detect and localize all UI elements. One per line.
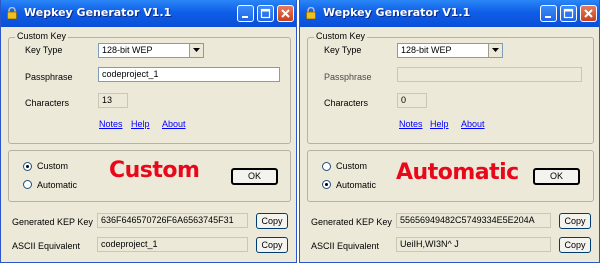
title-bar[interactable]: Wepkey Generator V1.1 — [300, 0, 599, 27]
passphrase-input[interactable]: codeproject_1 — [98, 67, 280, 82]
key-type-value: 128-bit WEP — [102, 45, 153, 55]
ok-button[interactable]: OK — [533, 168, 580, 185]
ascii-label: ASCII Equivalent — [12, 241, 81, 251]
maximize-icon — [563, 8, 574, 19]
close-icon — [584, 9, 593, 18]
mode-caption: Custom — [109, 158, 200, 183]
copy-generated-button[interactable]: Copy — [559, 213, 591, 229]
maximize-button[interactable] — [560, 5, 577, 22]
group-label: Custom Key — [15, 31, 69, 41]
generated-key-field: 636F646570726F6A6563745F31 — [97, 213, 248, 228]
ascii-field: UeiIH,WI3N^ J — [396, 237, 551, 252]
dropdown-button[interactable] — [189, 44, 203, 57]
automatic-radio[interactable] — [322, 180, 331, 189]
close-icon — [281, 9, 290, 18]
maximize-button[interactable] — [257, 5, 274, 22]
minimize-icon — [242, 16, 248, 18]
characters-label: Characters — [324, 98, 369, 108]
key-type-value: 128-bit WEP — [401, 45, 452, 55]
about-link[interactable]: About — [162, 119, 186, 129]
generated-key-label: Generated KEP Key — [12, 217, 93, 227]
key-type-label: Key Type — [324, 45, 362, 55]
notes-link[interactable]: Notes — [399, 119, 423, 129]
custom-radio-label[interactable]: Custom — [336, 161, 367, 171]
minimize-icon — [545, 16, 551, 18]
passphrase-input — [397, 67, 582, 82]
notes-link[interactable]: Notes — [99, 119, 123, 129]
custom-radio-label[interactable]: Custom — [37, 161, 68, 171]
lock-icon — [7, 7, 17, 19]
key-type-select[interactable]: 128-bit WEP — [397, 43, 503, 58]
ascii-label: ASCII Equivalent — [311, 241, 380, 251]
characters-count: 13 — [98, 93, 128, 108]
maximize-icon — [260, 8, 271, 19]
characters-label: Characters — [25, 98, 70, 108]
group-label: Custom Key — [314, 31, 368, 41]
window-custom: Wepkey Generator V1.1 Custom Key Key Typ… — [0, 0, 297, 263]
minimize-button[interactable] — [237, 5, 254, 22]
about-link[interactable]: About — [461, 119, 485, 129]
generated-key-label: Generated KEP Key — [311, 217, 392, 227]
window-title: Wepkey Generator V1.1 — [323, 6, 471, 19]
automatic-radio[interactable] — [23, 180, 32, 189]
automatic-radio-label[interactable]: Automatic — [37, 180, 77, 190]
lock-icon — [306, 7, 316, 19]
minimize-button[interactable] — [540, 5, 557, 22]
copy-ascii-button[interactable]: Copy — [256, 237, 288, 253]
characters-count: 0 — [397, 93, 427, 108]
mode-caption: Automatic — [396, 160, 519, 185]
close-button[interactable] — [580, 5, 597, 22]
custom-radio[interactable] — [322, 162, 331, 171]
ascii-field: codeproject_1 — [97, 237, 248, 252]
copy-ascii-button[interactable]: Copy — [559, 237, 591, 253]
passphrase-label: Passphrase — [324, 72, 372, 82]
generated-key-field: 55656949482C5749334E5E204A — [396, 213, 551, 228]
help-link[interactable]: Help — [430, 119, 449, 129]
passphrase-label: Passphrase — [25, 72, 73, 82]
close-button[interactable] — [277, 5, 294, 22]
custom-radio[interactable] — [23, 162, 32, 171]
copy-generated-button[interactable]: Copy — [256, 213, 288, 229]
ok-button[interactable]: OK — [231, 168, 278, 185]
key-type-label: Key Type — [25, 45, 63, 55]
chevron-down-icon — [492, 48, 499, 52]
dropdown-button[interactable] — [488, 44, 502, 57]
chevron-down-icon — [193, 48, 200, 52]
help-link[interactable]: Help — [131, 119, 150, 129]
title-bar[interactable]: Wepkey Generator V1.1 — [1, 0, 296, 27]
automatic-radio-label[interactable]: Automatic — [336, 180, 376, 190]
window-title: Wepkey Generator V1.1 — [24, 6, 172, 19]
window-automatic: Wepkey Generator V1.1 Custom Key Key Typ… — [299, 0, 600, 263]
key-type-select[interactable]: 128-bit WEP — [98, 43, 204, 58]
